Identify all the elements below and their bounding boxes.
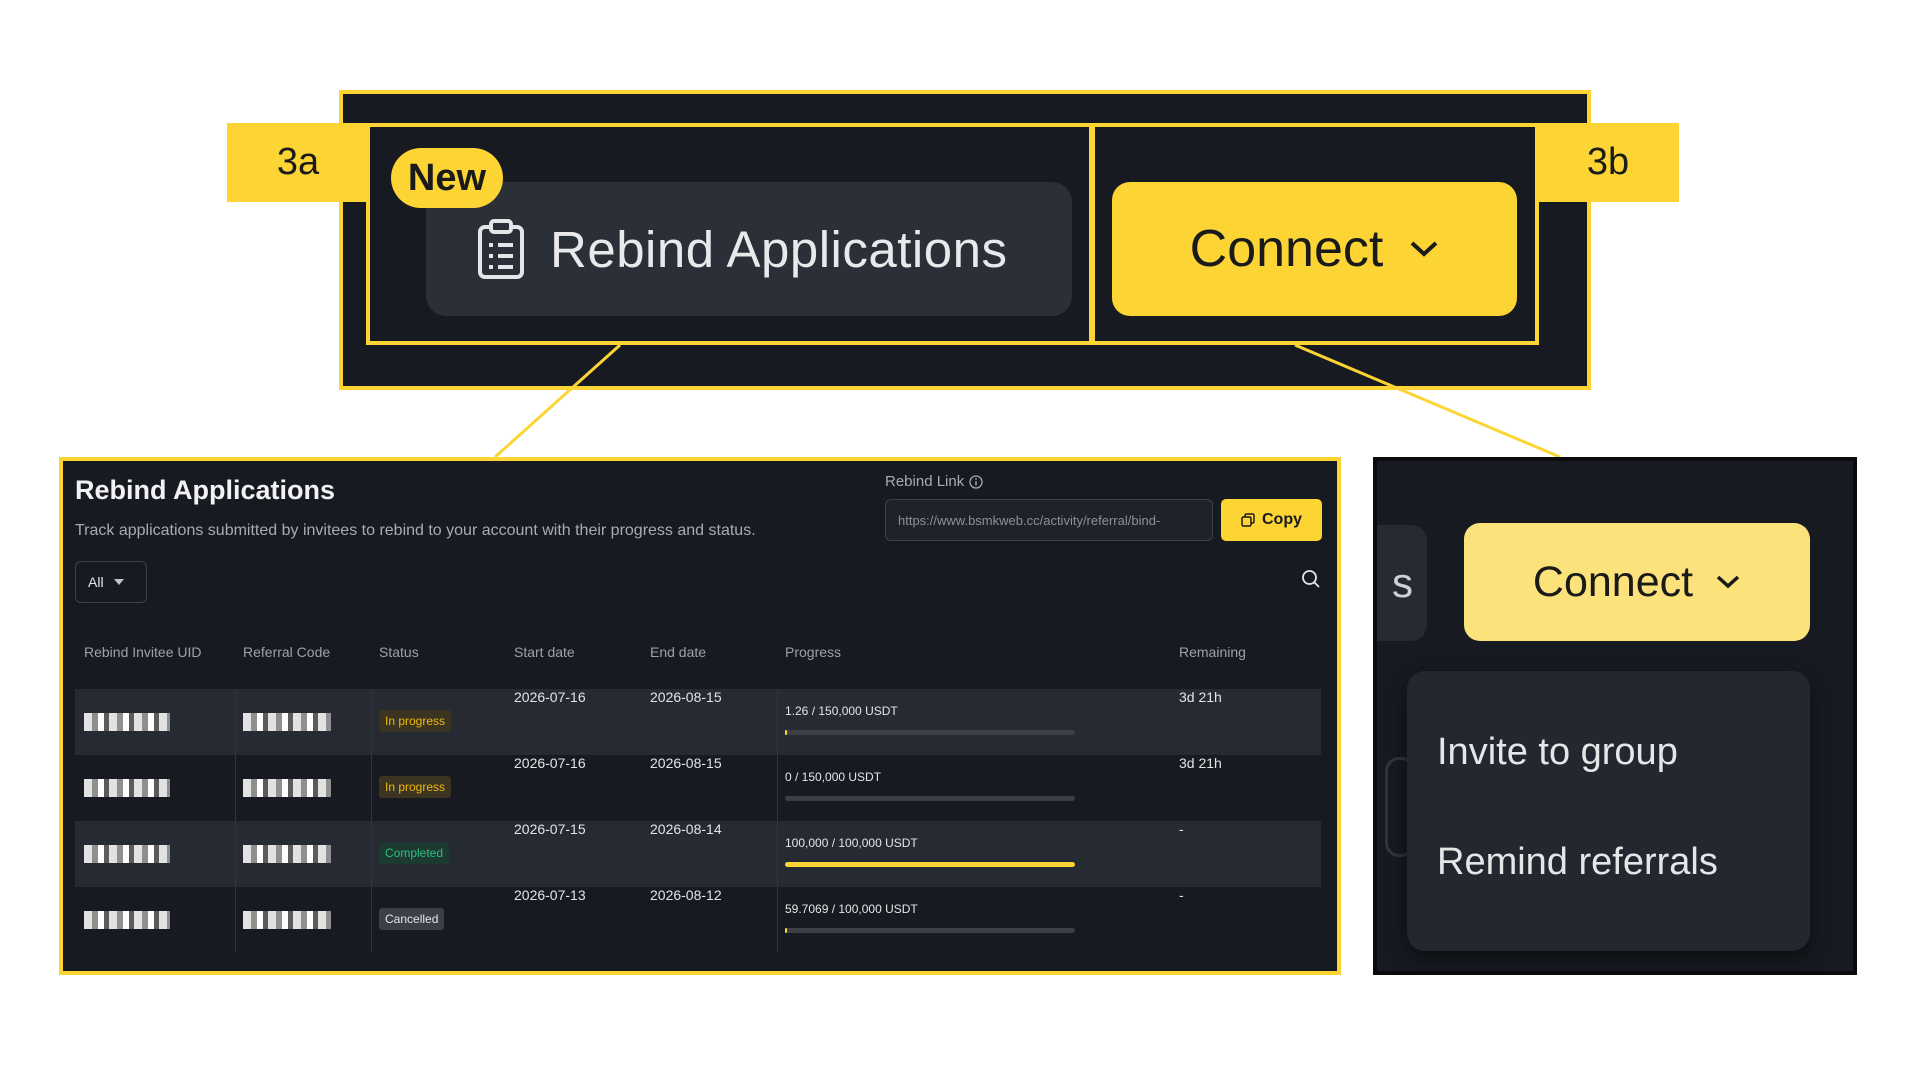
column-divider: [777, 887, 778, 953]
copy-label: Copy: [1262, 511, 1302, 528]
rebind-applications-label: Rebind Applications: [550, 220, 1008, 278]
end-date: 2026-08-15: [650, 755, 722, 771]
redacted-uid: [84, 911, 170, 929]
page-title: Rebind Applications: [75, 475, 336, 505]
rebind-link-label: Rebind Link: [885, 473, 983, 490]
progress-text: 0 / 150,000 USDT: [785, 770, 882, 784]
clipboard-list-icon: [478, 219, 524, 279]
redacted-uid: [84, 713, 170, 731]
redacted-referral-code: [243, 845, 331, 863]
column-divider: [235, 689, 236, 755]
info-icon: [969, 474, 983, 489]
column-divider: [371, 755, 372, 821]
progress-bar: [785, 796, 1075, 801]
start-date: 2026-07-13: [514, 887, 586, 903]
copy-button[interactable]: Copy: [1221, 499, 1322, 541]
status-filter-select[interactable]: All: [75, 561, 147, 603]
column-divider: [235, 821, 236, 887]
end-date: 2026-08-14: [650, 821, 722, 837]
remaining-time: 3d 21h: [1179, 689, 1222, 705]
menu-item-remind-referrals[interactable]: Remind referrals: [1437, 841, 1718, 884]
redacted-uid: [84, 779, 170, 797]
chevron-down-icon: [1716, 575, 1740, 589]
column-divider: [235, 755, 236, 821]
table-row[interactable]: Completed 2026-07-15 2026-08-14 100,000 …: [75, 821, 1321, 887]
rebind-link-label-text: Rebind Link: [885, 473, 965, 490]
table-row[interactable]: In progress 2026-07-16 2026-08-15 1.26 /…: [75, 689, 1321, 755]
remaining-time: 3d 21h: [1179, 755, 1222, 771]
column-divider: [777, 821, 778, 887]
start-date: 2026-07-16: [514, 755, 586, 771]
caret-down-icon: [113, 579, 124, 585]
column-header: Start date: [514, 644, 575, 660]
connect-dropdown-panel: s Connect Invite to group Remind referra…: [1373, 457, 1857, 975]
search-icon[interactable]: [1301, 569, 1321, 589]
column-header: Status: [379, 644, 419, 660]
end-date: 2026-08-15: [650, 689, 722, 705]
column-header: Referral Code: [243, 644, 331, 660]
table-header: Rebind Invitee UID Referral Code Status …: [75, 644, 1321, 664]
chevron-down-icon: [1410, 241, 1438, 257]
new-badge: New: [391, 148, 503, 208]
redacted-referral-code: [243, 713, 331, 731]
progress-fill: [785, 730, 787, 735]
progress-bar: [785, 862, 1075, 867]
connect-button-open[interactable]: Connect: [1464, 523, 1810, 641]
connect-label: Connect: [1532, 557, 1694, 606]
copy-icon: [1241, 513, 1255, 527]
status-badge: Cancelled: [379, 908, 445, 930]
callout-tag-3b: 3b: [1537, 123, 1679, 202]
connect-dropdown-menu: Invite to group Remind referrals: [1407, 671, 1810, 951]
redacted-referral-code: [243, 779, 331, 797]
table-row[interactable]: Cancelled 2026-07-13 2026-08-12 59.7069 …: [75, 887, 1321, 953]
redacted-uid: [84, 845, 170, 863]
connect-label: Connect: [1189, 220, 1384, 278]
column-divider: [371, 887, 372, 953]
column-header: Progress: [785, 644, 842, 660]
column-divider: [371, 689, 372, 755]
remaining-time: -: [1179, 821, 1184, 837]
menu-item-invite-to-group[interactable]: Invite to group: [1437, 731, 1678, 774]
column-header: End date: [650, 644, 707, 660]
page-description: Track applications submitted by invitees…: [75, 522, 756, 539]
progress-text: 100,000 / 100,000 USDT: [785, 836, 918, 850]
start-date: 2026-07-16: [514, 689, 586, 705]
column-divider: [777, 755, 778, 821]
callout-tag-3a: 3a: [227, 123, 369, 202]
status-badge: In progress: [379, 776, 452, 798]
status-badge: Completed: [379, 842, 450, 864]
column-header: Remaining: [1179, 644, 1246, 660]
column-header: Rebind Invitee UID: [84, 644, 202, 660]
progress-text: 59.7069 / 100,000 USDT: [785, 902, 918, 916]
start-date: 2026-07-15: [514, 821, 586, 837]
progress-fill: [785, 862, 1075, 867]
column-divider: [777, 689, 778, 755]
progress-fill: [785, 928, 787, 933]
table-row[interactable]: In progress 2026-07-16 2026-08-15 0 / 15…: [75, 755, 1321, 821]
status-badge: In progress: [379, 710, 452, 732]
rebind-link-field[interactable]: https://www.bsmkweb.cc/activity/referral…: [885, 499, 1213, 541]
progress-bar: [785, 928, 1075, 933]
connect-button[interactable]: Connect: [1112, 182, 1517, 316]
progress-text: 1.26 / 150,000 USDT: [785, 704, 898, 718]
column-divider: [371, 821, 372, 887]
column-divider: [235, 887, 236, 953]
end-date: 2026-08-12: [650, 887, 722, 903]
status-filter-value: All: [88, 574, 104, 590]
rebind-applications-button[interactable]: Rebind Applications: [426, 182, 1072, 316]
progress-bar: [785, 730, 1075, 735]
partial-rebind-button: s: [1377, 525, 1427, 641]
remaining-time: -: [1179, 887, 1184, 903]
redacted-referral-code: [243, 911, 331, 929]
rebind-applications-panel: Rebind Applications Track applications s…: [59, 457, 1341, 975]
